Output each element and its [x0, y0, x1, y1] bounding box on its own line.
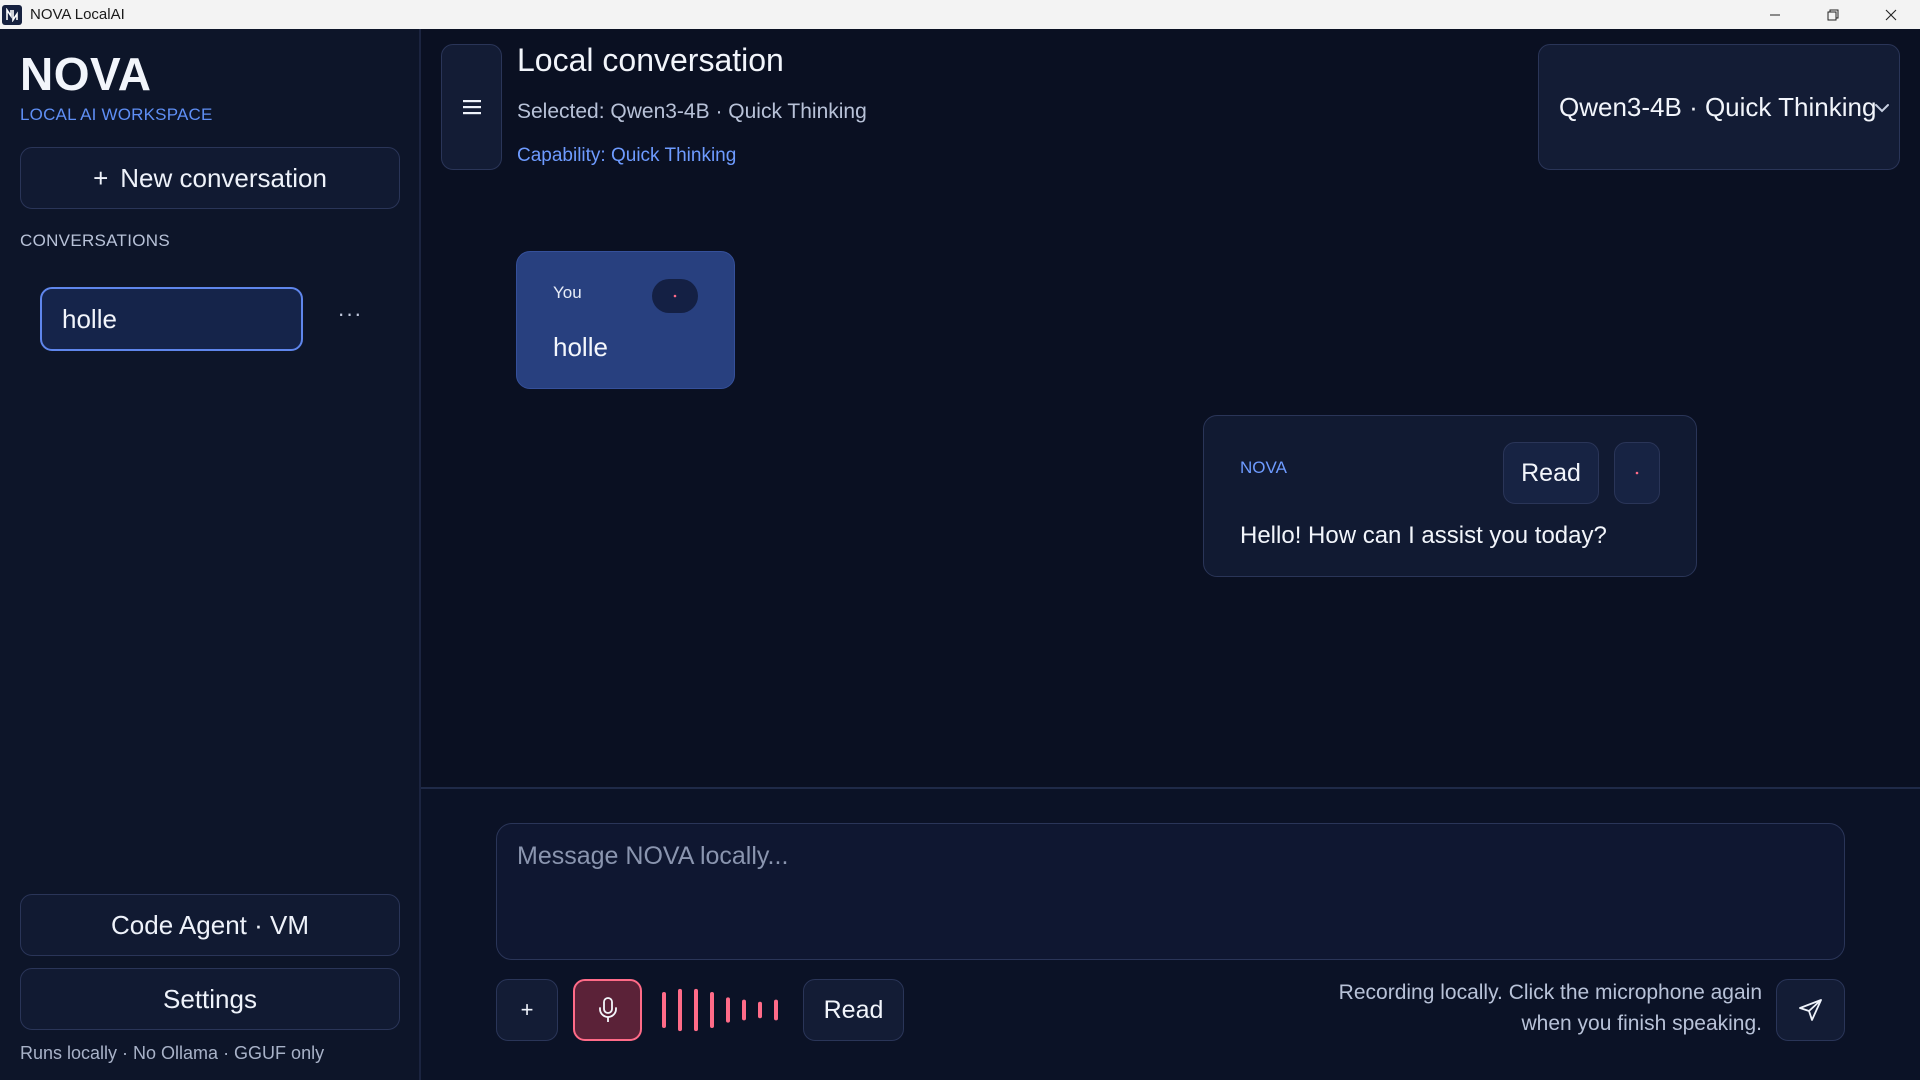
microphone-button[interactable]	[573, 979, 642, 1041]
level-bar	[742, 999, 746, 1021]
settings-button[interactable]: Settings	[20, 968, 400, 1030]
recording-status-line: when you finish speaking.	[1521, 1012, 1763, 1035]
more-horizontal-icon: ···	[337, 301, 363, 326]
read-aloud-button[interactable]: Read	[803, 979, 904, 1041]
close-icon	[1885, 9, 1897, 20]
composer-divider	[421, 787, 1920, 789]
app-logo-icon	[2, 4, 22, 25]
new-conversation-button[interactable]: + New conversation	[20, 147, 400, 209]
level-bar	[694, 988, 698, 1032]
recording-status-line: Recording locally. Click the microphone …	[1338, 981, 1762, 1004]
close-button[interactable]	[1862, 0, 1920, 29]
level-bar	[774, 999, 778, 1021]
user-message: You holle	[516, 251, 735, 389]
message-text: Hello! How can I assist you today?	[1240, 522, 1607, 549]
brand-subtitle: LOCAL AI WORKSPACE	[20, 105, 213, 124]
read-aloud-label: Read	[1521, 458, 1581, 487]
attach-button[interactable]: +	[496, 979, 558, 1041]
window-title: NOVA LocalAI	[30, 6, 125, 23]
message-author: NOVA	[1240, 458, 1287, 477]
message-text: holle	[553, 332, 608, 362]
read-aloud-label: Read	[823, 995, 884, 1024]
dot-icon	[1635, 471, 1639, 475]
footer-note: Runs locally · No Ollama · GGUF only	[20, 1043, 325, 1063]
conversation-title: holle	[62, 303, 117, 334]
conversation-more-button[interactable]: ···	[335, 299, 365, 329]
selected-model-text: Selected: Qwen3-4B · Quick Thinking	[517, 100, 867, 123]
brand-title: NOVA	[20, 48, 152, 100]
sidebar: NOVA LOCAL AI WORKSPACE + New conversati…	[0, 29, 421, 1080]
conversation-item-active[interactable]: holle	[40, 287, 303, 351]
conversations-heading: CONVERSATIONS	[20, 231, 170, 250]
window-controls	[1746, 0, 1920, 29]
restore-icon	[1827, 9, 1839, 20]
plus-icon: +	[93, 162, 109, 193]
minimize-button[interactable]	[1746, 0, 1804, 29]
recording-level-meter	[662, 988, 778, 1032]
message-author: You	[553, 283, 582, 302]
page-title: Local conversation	[517, 42, 784, 78]
level-bar	[678, 988, 682, 1032]
level-bar	[726, 997, 730, 1023]
menu-toggle-button[interactable]	[441, 44, 502, 170]
capability-text: Capability: Quick Thinking	[517, 145, 737, 166]
message-input[interactable]	[496, 823, 1845, 960]
message-options-button[interactable]	[1614, 442, 1660, 504]
send-button[interactable]	[1776, 979, 1845, 1041]
send-icon	[1798, 999, 1822, 1021]
dot-icon	[673, 294, 677, 298]
read-aloud-button[interactable]: Read	[1503, 442, 1599, 504]
restore-button[interactable]	[1804, 0, 1862, 29]
plus-icon: +	[520, 997, 534, 1022]
model-select-value: Qwen3-4B · Quick Thinking	[1559, 91, 1877, 122]
new-conversation-label: New conversation	[120, 162, 327, 193]
level-bar	[758, 1001, 762, 1019]
assistant-message: NOVA Read Hello! How can I assist you to…	[1203, 415, 1697, 577]
model-select-dropdown[interactable]: Qwen3-4B · Quick Thinking	[1538, 44, 1900, 170]
settings-label: Settings	[163, 983, 257, 1014]
level-bar	[710, 992, 714, 1028]
microphone-icon	[598, 997, 617, 1022]
code-agent-button[interactable]: Code Agent · VM	[20, 894, 400, 956]
title-bar: NOVA LocalAI	[0, 0, 1920, 29]
message-options-button[interactable]	[652, 279, 698, 313]
chevron-down-icon	[1875, 104, 1889, 113]
recording-status: Recording locally. Click the microphone …	[1292, 977, 1762, 1039]
level-bar	[662, 992, 666, 1028]
minimize-icon	[1770, 14, 1780, 15]
hamburger-menu-icon	[462, 100, 481, 115]
code-agent-label: Code Agent · VM	[111, 909, 309, 940]
